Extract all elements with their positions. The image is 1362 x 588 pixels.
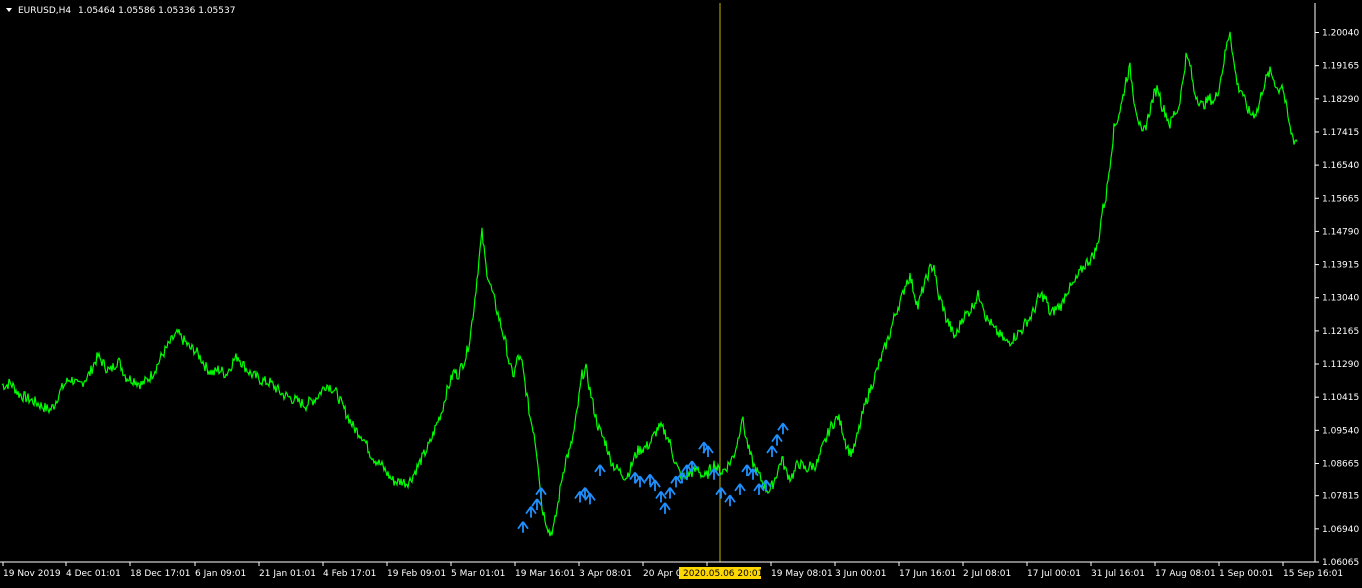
x-tick-label: 18 Dec 17:01	[130, 569, 191, 579]
y-tick-label: 1.06940	[1322, 525, 1359, 535]
x-tick-label: 15 Sep 16:01	[1283, 569, 1343, 579]
y-tick-label: 1.16540	[1322, 161, 1359, 171]
y-tick-label: 1.08665	[1322, 459, 1359, 469]
x-tick-label: 6 Jan 09:01	[195, 569, 246, 579]
y-tick-label: 1.18290	[1322, 95, 1359, 105]
y-tick-label: 1.13915	[1322, 261, 1359, 271]
x-tick-label: 4 Feb 17:01	[323, 569, 376, 579]
y-tick-label: 1.11290	[1322, 360, 1359, 370]
y-tick-label: 1.14790	[1322, 227, 1359, 237]
x-tick-label: 19 Nov 2019	[3, 569, 61, 579]
x-tick-label: 3 Apr 08:01	[579, 569, 632, 579]
x-tick-label: 17 Jun 16:01	[899, 569, 956, 579]
x-tick-label: 19 Mar 16:01	[515, 569, 575, 579]
y-tick-label: 1.17415	[1322, 128, 1359, 138]
y-tick-label: 1.19165	[1322, 62, 1359, 72]
price-chart[interactable]: 1.20040 1.19165 1.18290 1.17415 1.16540 1.156…	[0, 0, 1362, 584]
x-tick-label: 17 Aug 08:01	[1155, 569, 1216, 579]
x-tick-label: 2 Jul 08:01	[963, 569, 1011, 579]
x-tick-label: 17 Jul 00:01	[1027, 569, 1081, 579]
x-tick-label: 4 Dec 01:01	[66, 569, 121, 579]
y-tick-label: 1.15665	[1322, 194, 1359, 204]
x-tick-label: 1 Sep 00:01	[1219, 569, 1273, 579]
cursor-time-marker: 2020.05.06 20:01	[679, 567, 763, 579]
chart-header: EURUSD,H4 1.05464 1.05586 1.05336 1.0553…	[6, 6, 235, 16]
x-tick-label: 19 May 08:01	[771, 569, 833, 579]
x-tick-label: 5 Mar 01:01	[451, 569, 505, 579]
x-tick-label: 31 Jul 16:01	[1091, 569, 1145, 579]
y-tick-label: 1.06065	[1322, 558, 1359, 568]
symbol-timeframe-label: EURUSD,H4	[18, 6, 71, 16]
x-tick-label: 3 Jun 00:01	[835, 569, 886, 579]
x-tick-label: 19 Feb 09:01	[387, 569, 446, 579]
y-tick-label: 1.20040	[1322, 29, 1359, 39]
y-tick-label: 1.10415	[1322, 393, 1359, 403]
chart-canvas[interactable]: 1.20040 1.19165 1.18290 1.17415 1.16540 1.156…	[0, 0, 1362, 584]
cursor-time-label: 2020.05.06 20:01	[683, 569, 763, 579]
y-tick-label: 1.12165	[1322, 327, 1359, 337]
ohlc-values: 1.05464 1.05586 1.05336 1.05537	[78, 6, 235, 16]
x-tick-label: 21 Jan 01:01	[259, 569, 316, 579]
y-tick-label: 1.09540	[1322, 426, 1359, 436]
y-tick-label: 1.07815	[1322, 492, 1359, 502]
y-tick-label: 1.13040	[1322, 294, 1359, 304]
